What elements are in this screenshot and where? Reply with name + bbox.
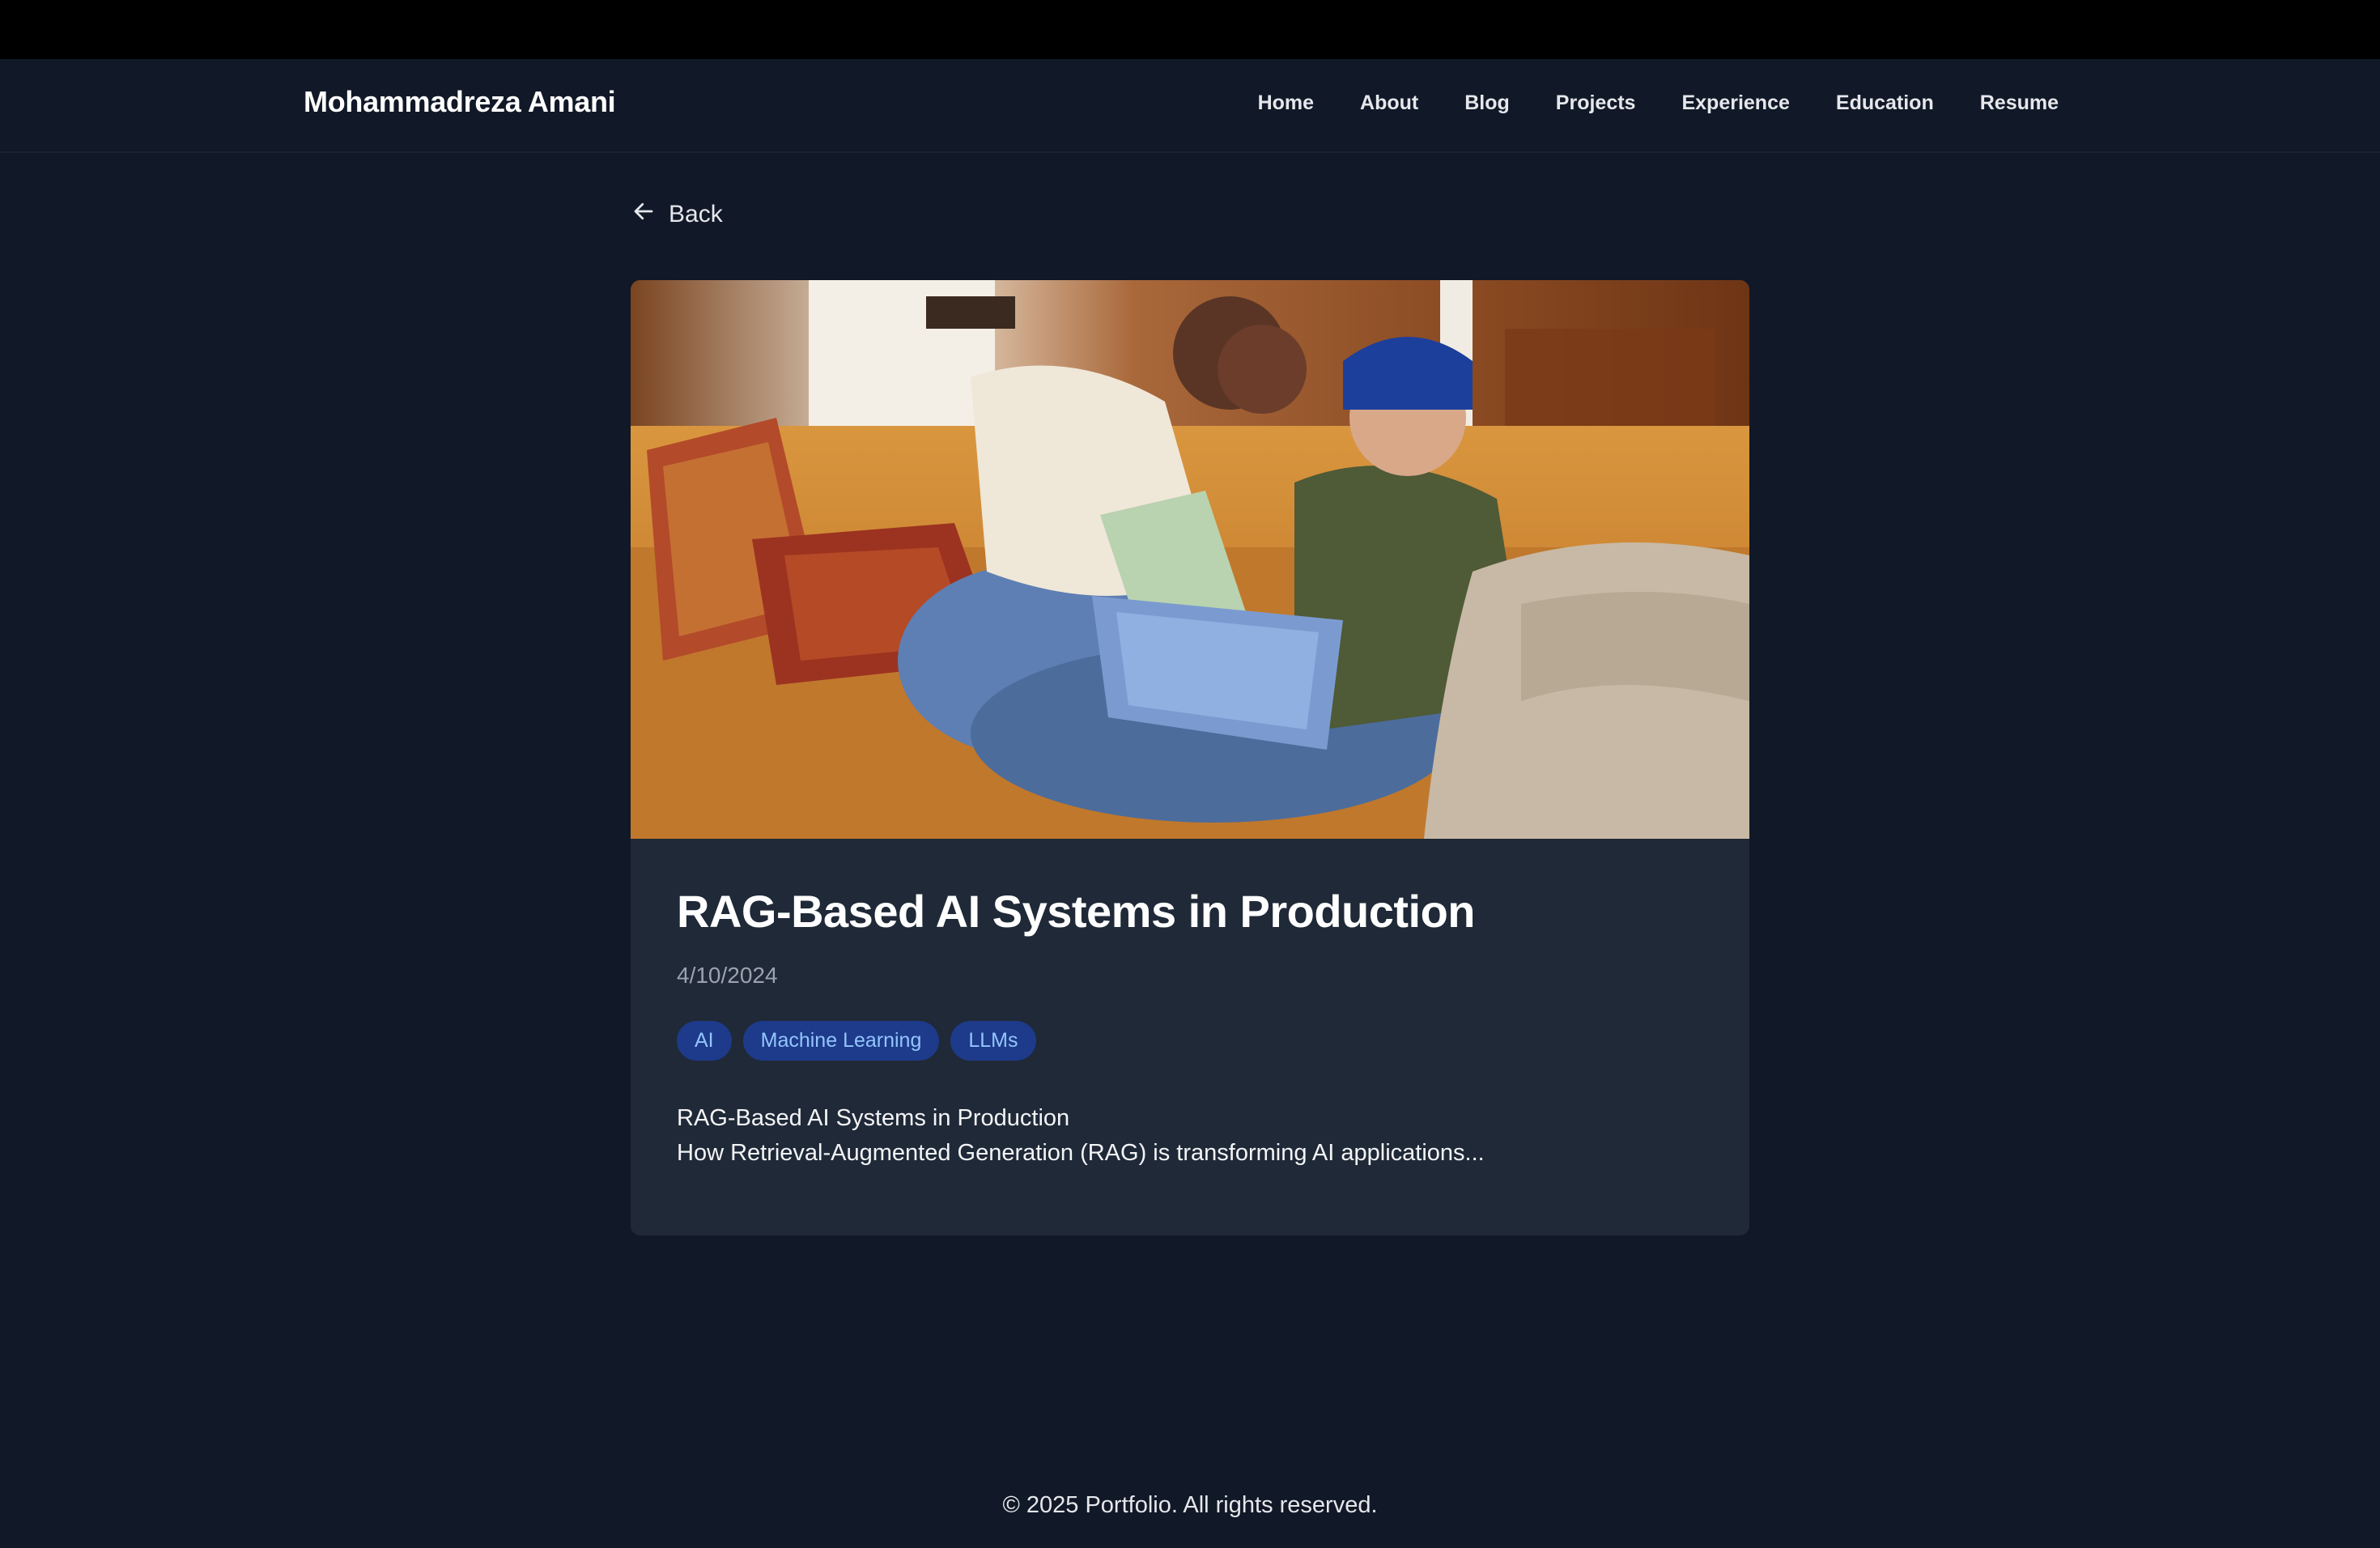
tag-llms[interactable]: LLMs: [950, 1021, 1036, 1061]
post-excerpt: RAG-Based AI Systems in Production How R…: [677, 1101, 1697, 1171]
excerpt-line-2: How Retrieval-Augmented Generation (RAG)…: [677, 1140, 1485, 1167]
nav-link-education[interactable]: Education: [1836, 91, 1934, 115]
nav-link-experience[interactable]: Experience: [1681, 91, 1789, 115]
nav-link-home[interactable]: Home: [1258, 91, 1314, 115]
window-top-bar: [0, 0, 2380, 59]
post-date: 4/10/2024: [677, 963, 778, 989]
tag-ai[interactable]: AI: [677, 1021, 732, 1061]
arrow-left-icon: [631, 199, 656, 230]
blog-post-card: RAG-Based AI Systems in Production 4/10/…: [631, 280, 1749, 1235]
nav-link-projects[interactable]: Projects: [1556, 91, 1636, 115]
footer: © 2025 Portfolio. All rights reserved.: [1002, 1492, 1378, 1518]
post-content: RAG-Based AI Systems in Production 4/10/…: [677, 884, 1697, 1171]
navbar: Mohammadreza Amani Home About Blog Proje…: [0, 59, 2380, 153]
back-label: Back: [669, 201, 723, 228]
back-link[interactable]: Back: [631, 199, 723, 230]
excerpt-line-1: RAG-Based AI Systems in Production: [677, 1105, 1070, 1132]
tag-machine-learning[interactable]: Machine Learning: [742, 1021, 940, 1061]
nav-link-blog[interactable]: Blog: [1464, 91, 1510, 115]
post-title: RAG-Based AI Systems in Production: [677, 886, 1476, 937]
post-hero-image: [631, 280, 1749, 839]
site-brand[interactable]: Mohammadreza Amani: [304, 85, 616, 119]
nav-link-about[interactable]: About: [1360, 91, 1418, 115]
nav-links: Home About Blog Projects Experience Educ…: [1212, 91, 2059, 115]
nav-link-resume[interactable]: Resume: [1980, 91, 2059, 115]
post-tags: AI Machine Learning LLMs: [677, 1021, 1697, 1061]
